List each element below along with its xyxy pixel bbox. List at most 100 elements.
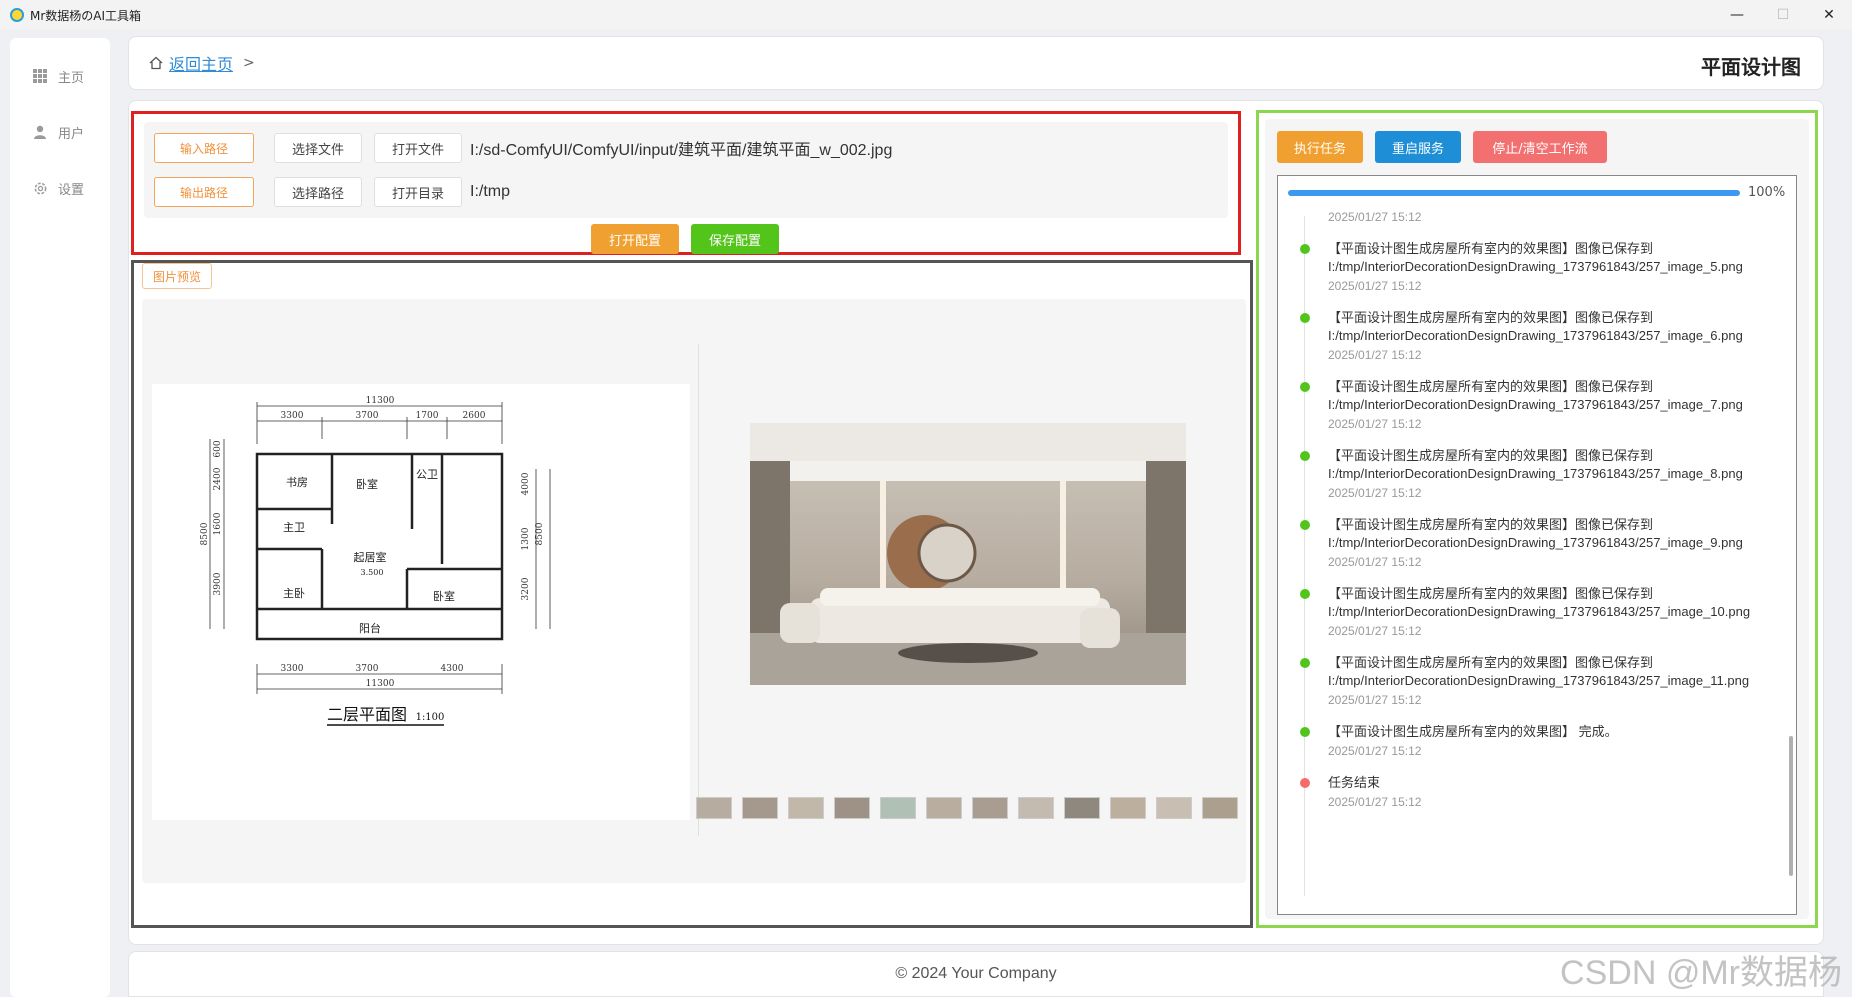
log-timeline[interactable]: 2025/01/27 15:12 【平面设计图生成房屋所有室内的效果图】图像已保存… [1288, 206, 1778, 906]
thumbnail-image[interactable] [1156, 797, 1192, 819]
sidebar: 主页 用户 设置 [10, 38, 110, 997]
sidebar-item-label: 设置 [58, 182, 85, 198]
output-path-row: 输出路径 选择路径 打开目录 I:/tmp [154, 176, 510, 208]
thumbnail-image[interactable] [696, 797, 732, 819]
log-entry: 任务结束 2025/01/27 15:12 [1288, 774, 1778, 809]
footer-copyright: © 2024 Your Company [895, 965, 1057, 982]
plan-dim-left-total: 8500 [200, 522, 210, 545]
plan-room-label: 公卫 [416, 468, 438, 481]
user-icon [32, 124, 48, 140]
maximize-button[interactable]: ☐ [1760, 0, 1806, 30]
back-home-link[interactable]: 返回主页 [169, 51, 233, 75]
log-entry: 【平面设计图生成房屋所有室内的效果图】图像已保存到 I:/tmp/Interio… [1288, 516, 1778, 569]
log-scrollbar[interactable] [1789, 736, 1793, 876]
status-dot-green [1300, 727, 1310, 737]
thumbnail-image[interactable] [972, 797, 1008, 819]
input-path-row: 输入路径 选择文件 打开文件 I:/sd-ComfyUI/ComfyUI/inp… [154, 132, 892, 164]
status-dot-green [1300, 382, 1310, 392]
breadcrumb-separator: > [243, 55, 255, 71]
plan-dim-right: 3200 [521, 577, 531, 600]
thumbnail-image[interactable] [834, 797, 870, 819]
status-dot-green [1300, 658, 1310, 668]
log-timestamp: 2025/01/27 15:12 [1328, 279, 1422, 293]
preview-tag: 图片预览 [142, 263, 212, 289]
plan-room-label: 阳台 [359, 621, 381, 635]
sidebar-item-user[interactable]: 用户 [10, 104, 110, 160]
plan-dim-right: 4000 [521, 472, 531, 495]
log-message: 【平面设计图生成房屋所有室内的效果图】图像已保存到 I:/tmp/Interio… [1328, 448, 1743, 481]
log-message: 【平面设计图生成房屋所有室内的效果图】图像已保存到 I:/tmp/Interio… [1328, 655, 1750, 688]
plan-dim-bottom: 4300 [441, 664, 464, 674]
plan-level-mark: 3.500 [361, 568, 384, 577]
log-entry: 【平面设计图生成房屋所有室内的效果图】图像已保存到 I:/tmp/Interio… [1288, 240, 1778, 293]
plan-dim-bottom: 3700 [356, 664, 379, 674]
plan-dim-top: 3300 [281, 411, 304, 421]
plan-dim-right-total: 8500 [535, 522, 545, 545]
thumbnail-image[interactable] [788, 797, 824, 819]
execute-task-button[interactable]: 执行任务 [1277, 131, 1363, 163]
grid-icon [32, 68, 48, 84]
log-message: 【平面设计图生成房屋所有室内的效果图】图像已保存到 I:/tmp/Interio… [1328, 241, 1743, 274]
open-dir-button[interactable]: 打开目录 [374, 177, 462, 207]
home-icon [149, 56, 163, 70]
sidebar-item-label: 主页 [58, 70, 85, 86]
plan-dim-top: 1700 [416, 411, 439, 421]
plan-dim-right: 1300 [521, 527, 531, 550]
plan-dim-top-total: 11300 [366, 396, 395, 406]
select-file-button[interactable]: 选择文件 [274, 133, 362, 163]
thumbnail-image[interactable] [926, 797, 962, 819]
title-bar: Mr数据杨のAI工具箱 — ☐ ✕ [0, 0, 1852, 30]
input-path-label: 输入路径 [154, 133, 254, 163]
minimize-button[interactable]: — [1714, 0, 1760, 30]
progress-percent: 100% [1748, 185, 1786, 200]
log-message: 任务结束 [1328, 775, 1381, 790]
stop-clear-workflow-button[interactable]: 停止/清空工作流 [1473, 131, 1607, 163]
input-path-value: I:/sd-ComfyUI/ComfyUI/input/建筑平面/建筑平面_w_… [470, 142, 893, 159]
log-message: 【平面设计图生成房屋所有室内的效果图】图像已保存到 I:/tmp/Interio… [1328, 517, 1743, 550]
sidebar-item-settings[interactable]: 设置 [10, 160, 110, 216]
thumbnail-image[interactable] [1202, 797, 1238, 819]
render-preview-image[interactable] [750, 423, 1186, 685]
open-config-button[interactable]: 打开配置 [591, 224, 679, 254]
plan-dim-top: 3700 [356, 411, 379, 421]
plan-room-label: 主卧 [283, 587, 305, 600]
log-entry: 【平面设计图生成房屋所有室内的效果图】 完成。 2025/01/27 15:12 [1288, 723, 1778, 758]
status-dot-green [1300, 244, 1310, 254]
thumbnail-image[interactable] [1110, 797, 1146, 819]
watermark: CSDN @Mr数据杨 [1560, 954, 1842, 992]
plan-dim-left: 2400 [213, 467, 223, 490]
thumbnail-image[interactable] [1064, 797, 1100, 819]
log-timestamp: 2025/01/27 15:12 [1328, 210, 1422, 224]
restart-service-button[interactable]: 重启服务 [1375, 131, 1461, 163]
status-dot-green [1300, 313, 1310, 323]
sidebar-item-home[interactable]: 主页 [10, 48, 110, 104]
status-dot-green [1300, 451, 1310, 461]
plan-room-label: 主卫 [283, 521, 305, 534]
plan-dim-left: 600 [213, 440, 223, 457]
thumbnail-image[interactable] [880, 797, 916, 819]
close-button[interactable]: ✕ [1806, 0, 1852, 30]
config-panel: 输入路径 选择文件 打开文件 I:/sd-ComfyUI/ComfyUI/inp… [131, 111, 1241, 255]
select-path-button[interactable]: 选择路径 [274, 177, 362, 207]
path-settings: 输入路径 选择文件 打开文件 I:/sd-ComfyUI/ComfyUI/inp… [144, 122, 1228, 218]
app-logo-icon [10, 8, 24, 22]
log-timestamp: 2025/01/27 15:12 [1328, 486, 1422, 500]
log-timestamp: 2025/01/27 15:12 [1328, 555, 1422, 569]
thumbnail-image[interactable] [1018, 797, 1054, 819]
window-controls: — ☐ ✕ [1714, 0, 1852, 30]
log-timestamp: 2025/01/27 15:12 [1328, 795, 1422, 809]
page-header: 返回主页 > 平面设计图 [128, 36, 1824, 90]
log-entry: 【平面设计图生成房屋所有室内的效果图】图像已保存到 I:/tmp/Interio… [1288, 447, 1778, 500]
save-config-button[interactable]: 保存配置 [691, 224, 779, 254]
open-file-button[interactable]: 打开文件 [374, 133, 462, 163]
plan-room-label: 卧室 [433, 589, 455, 603]
log-timestamp: 2025/01/27 15:12 [1328, 693, 1422, 707]
floor-plan-image[interactable]: 11300 3300 3700 1700 2600 3300 3700 4300… [152, 384, 690, 820]
thumbnail-image[interactable] [742, 797, 778, 819]
output-path-value: I:/tmp [470, 183, 511, 200]
preview-divider [698, 344, 699, 836]
plan-dim-left: 3900 [213, 572, 223, 595]
plan-caption: 二层平面图 [327, 705, 407, 724]
progress-bar-fill [1288, 190, 1740, 196]
thumbnail-strip [696, 797, 1248, 819]
